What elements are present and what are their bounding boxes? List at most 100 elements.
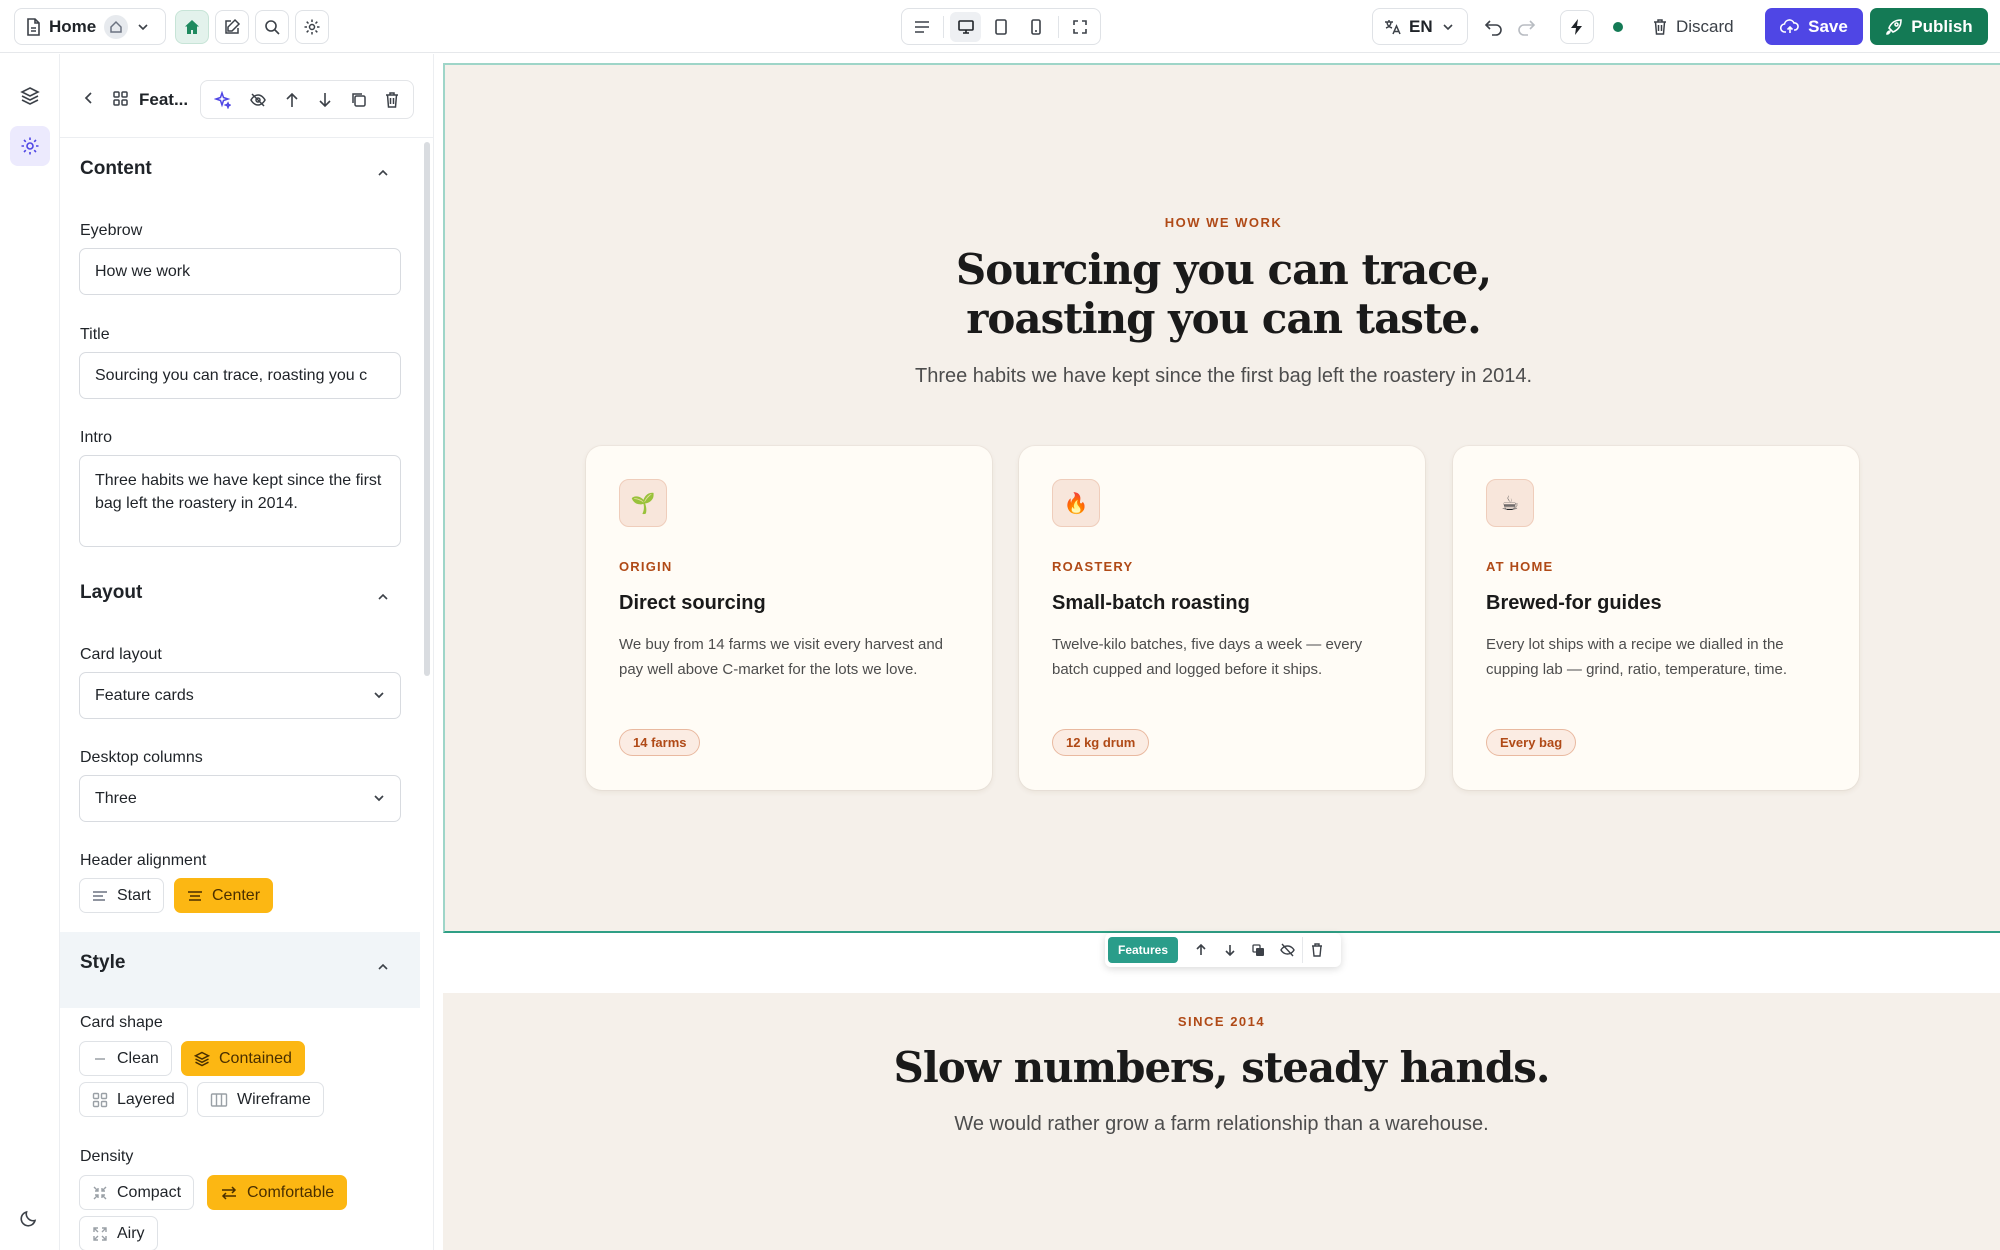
eye-off-icon[interactable]: [1273, 937, 1302, 963]
shape-clean-chip[interactable]: Clean: [79, 1041, 172, 1076]
align-start-chip[interactable]: Start: [79, 878, 164, 913]
dark-mode-toggle[interactable]: [19, 1208, 39, 1228]
home-button[interactable]: [175, 9, 209, 44]
grid-icon: [92, 1092, 108, 1108]
title-input[interactable]: Sourcing you can trace, roasting you c: [79, 352, 401, 399]
feature-card[interactable]: 🔥 ROASTERY Small-batch roasting Twelve-k…: [1019, 446, 1425, 790]
left-rail: [0, 54, 60, 1250]
card-shape-label: Card shape: [80, 1014, 163, 1031]
density-compact-chip[interactable]: Compact: [79, 1175, 195, 1210]
section-layout-header[interactable]: Layout: [60, 582, 420, 644]
page-selector[interactable]: Home: [14, 8, 166, 45]
translate-icon: [1383, 18, 1401, 36]
arrow-up-icon[interactable]: [284, 91, 300, 109]
card-kicker: AT HOME: [1486, 559, 1554, 574]
eyebrow-label: Eyebrow: [80, 222, 143, 239]
chip-label: Center: [212, 886, 261, 904]
shape-wireframe-chip[interactable]: Wireframe: [197, 1082, 324, 1117]
layers-button[interactable]: [10, 76, 50, 116]
settings-button[interactable]: [295, 9, 329, 44]
section-title: Layout: [80, 582, 143, 603]
chip-label: Airy: [117, 1224, 145, 1242]
header-alignment-label: Header alignment: [80, 852, 207, 869]
sparkle-icon[interactable]: [213, 90, 232, 109]
search-button[interactable]: [255, 9, 289, 44]
publish-button[interactable]: Publish: [1870, 8, 1988, 45]
settings-panel: Feat... Content Eyebrow How we work Titl…: [60, 54, 434, 1250]
card-layout-label: Card layout: [80, 646, 162, 663]
feature-card[interactable]: 🌱 ORIGIN Direct sourcing We buy from 14 …: [586, 446, 992, 790]
features-section[interactable]: HOW WE WORK Sourcing you can trace, roas…: [443, 63, 2000, 933]
history-controls: [1484, 8, 1536, 45]
section-eyebrow: SINCE 2014: [1177, 1014, 1266, 1029]
card-title: Small-batch roasting: [1052, 592, 1250, 614]
cloud-upload-icon: [1780, 18, 1800, 35]
duplicate-icon[interactable]: [1244, 937, 1273, 963]
align-left-icon: [92, 889, 108, 903]
chip-label: Wireframe: [237, 1090, 311, 1108]
trash-icon: [1652, 18, 1668, 36]
section-title-line1: Sourcing you can trace,: [955, 245, 1492, 294]
chip-label: Comfortable: [247, 1183, 335, 1201]
feature-card[interactable]: ☕ AT HOME Brewed-for guides Every lot sh…: [1453, 446, 1859, 790]
section-content-header[interactable]: Content: [60, 158, 420, 220]
block-toolbar: [200, 80, 414, 119]
density-airy-chip[interactable]: Airy: [79, 1216, 158, 1250]
language-selector[interactable]: EN: [1372, 8, 1468, 45]
save-button[interactable]: Save: [1765, 8, 1863, 45]
section-style-header[interactable]: Style: [60, 932, 420, 1008]
eyebrow-input[interactable]: How we work: [79, 248, 401, 295]
fullscreen-button[interactable]: [1065, 12, 1096, 42]
align-center-chip[interactable]: Center: [174, 878, 274, 913]
edit-page-button[interactable]: [215, 9, 249, 44]
settings-panel-button[interactable]: [10, 126, 50, 166]
section-intro: Three habits we have kept since the firs…: [914, 365, 1532, 387]
desktop-columns-value: Three: [95, 789, 137, 807]
quick-actions: [1560, 8, 1594, 45]
chevron-down-icon: [136, 20, 150, 34]
dash-icon: [92, 1052, 108, 1066]
density-label: Density: [80, 1148, 134, 1165]
arrow-up-icon[interactable]: [1186, 937, 1215, 963]
card-layout-select[interactable]: Feature cards: [79, 672, 401, 719]
publish-label: Publish: [1911, 16, 1973, 36]
home-badge-icon: [104, 14, 129, 39]
tablet-view-button[interactable]: [985, 12, 1016, 42]
chip-label: Start: [117, 886, 151, 904]
arrow-down-icon[interactable]: [1215, 937, 1244, 963]
swap-icon: [220, 1185, 238, 1201]
card-badge: 12 kg drum: [1052, 729, 1150, 756]
shape-layered-chip[interactable]: Layered: [79, 1082, 188, 1117]
chevron-down-icon: [372, 791, 386, 805]
delete-icon[interactable]: [384, 91, 400, 109]
delete-icon[interactable]: [1302, 937, 1331, 963]
desktop-columns-select[interactable]: Three: [79, 775, 401, 822]
card-kicker: ROASTERY: [1052, 559, 1134, 574]
discard-button[interactable]: Discard: [1652, 8, 1734, 45]
eye-off-icon[interactable]: [249, 91, 267, 109]
lightning-button[interactable]: [1560, 9, 1594, 44]
undo-icon[interactable]: [1484, 18, 1504, 36]
shape-contained-chip[interactable]: Contained: [181, 1041, 305, 1076]
chevron-up-icon: [376, 960, 390, 974]
card-title: Brewed-for guides: [1486, 592, 1662, 614]
chip-label: Contained: [219, 1049, 292, 1067]
block-tag[interactable]: Features: [1108, 937, 1179, 963]
grid-block-icon: [112, 90, 129, 107]
layers-icon: [194, 1051, 210, 1067]
density-comfortable-chip[interactable]: Comfortable: [207, 1175, 348, 1210]
back-icon[interactable]: [82, 90, 96, 106]
chevron-up-icon: [376, 590, 390, 604]
title-label: Title: [80, 326, 110, 343]
stats-section[interactable]: SINCE 2014 Slow numbers, steady hands. W…: [443, 993, 2000, 1250]
redo-icon[interactable]: [1516, 18, 1536, 36]
duplicate-icon[interactable]: [350, 91, 367, 108]
desktop-view-button[interactable]: [950, 11, 982, 42]
arrow-down-icon[interactable]: [317, 91, 333, 109]
outline-toggle[interactable]: [906, 12, 937, 42]
section-eyebrow: HOW WE WORK: [1164, 215, 1283, 230]
intro-textarea[interactable]: Three habits we have kept since the firs…: [79, 455, 401, 547]
mobile-view-button[interactable]: [1021, 12, 1052, 42]
panel-scrollbar[interactable]: [424, 142, 430, 676]
device-switcher: [901, 8, 1101, 45]
